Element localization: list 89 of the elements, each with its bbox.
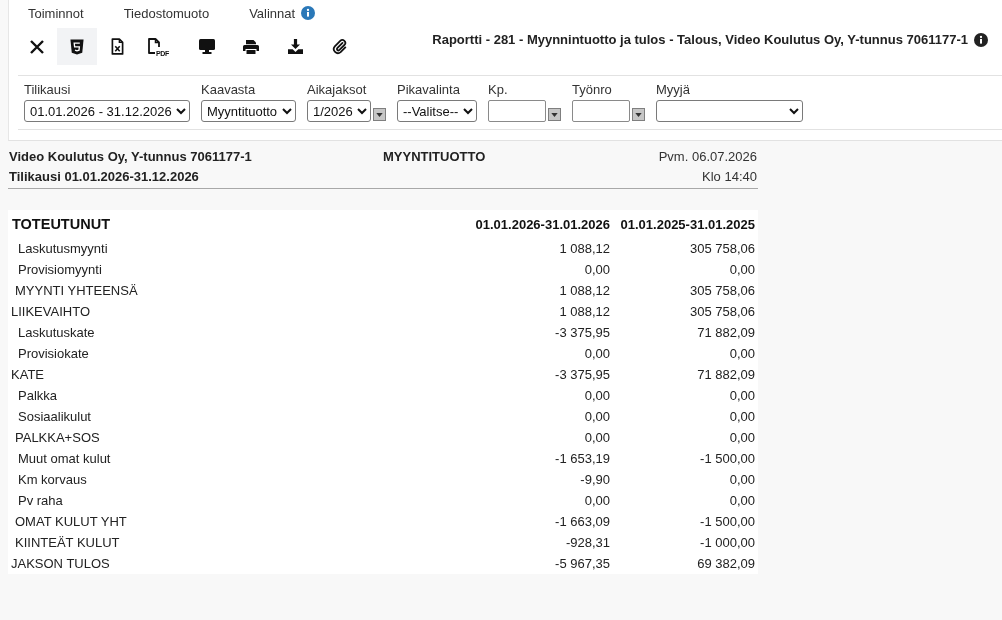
menu-item[interactable]: Valinnat: [249, 5, 296, 21]
column-header: 01.01.2026-31.01.2026: [474, 216, 611, 232]
caret-icon: [376, 112, 383, 117]
info-icon: [974, 32, 988, 47]
table-cell-text: 0,00: [583, 388, 611, 403]
report-time: Klo 14:40: [701, 168, 757, 186]
field-label: Aikajaksot: [307, 82, 367, 98]
row-label: OMAT KULUT YHT: [14, 514, 128, 529]
table-cell-text: -3 375,95: [554, 325, 611, 340]
table-cell-text: -1 500,00: [699, 514, 756, 529]
row-label: KATE: [10, 367, 45, 382]
dropdown[interactable]: 01.01.2026 - 31.12.2026: [24, 100, 190, 122]
picker-button[interactable]: [548, 108, 561, 121]
field-label: Myyjä: [656, 82, 690, 98]
table-cell-text: 0,00: [583, 262, 611, 277]
row-label: Km korvaus: [17, 472, 88, 487]
table-cell-text: -1 653,19: [554, 451, 611, 466]
dropdown[interactable]: --Valitse--: [397, 100, 477, 122]
table-cell-text: -9,90: [579, 472, 611, 487]
download-icon: [287, 39, 303, 54]
table-cell-text: -3 375,95: [554, 367, 611, 382]
table-cell-text: 0,00: [728, 346, 756, 361]
table-cell-text: -1 500,00: [699, 451, 756, 466]
report-title: Raportti - 281 - Myynnintuotto ja tulos - Talous, Video Koulutus Oy, Y-tunnus 7061177-1: [432, 32, 968, 47]
text-input[interactable]: [572, 100, 630, 122]
row-label: Muut omat kulut: [17, 451, 112, 466]
row-label: LIIKEVAIHTO: [10, 304, 91, 319]
table-cell-text: 0,00: [728, 262, 756, 277]
row-label: Pv raha: [17, 493, 64, 508]
menu-item[interactable]: Toiminnot: [28, 5, 84, 21]
table-cell-text: 0,00: [583, 346, 611, 361]
table-cell-text: 305 758,06: [688, 304, 756, 319]
table-cell-text: 1 088,12: [558, 241, 611, 256]
table-cell-text: 69 382,09: [696, 556, 756, 571]
table-cell-text: -5 967,35: [554, 556, 611, 571]
table-cell-text: -928,31: [564, 535, 611, 550]
fiscal-period: Tilikausi 01.01.2026-31.12.2026: [9, 168, 200, 186]
report-heading: MYYNTITUOTTO: [383, 148, 487, 166]
file-x-icon: [110, 38, 124, 55]
row-label: Sosiaalikulut: [17, 409, 92, 424]
table-cell-text: 71 882,09: [696, 325, 756, 340]
table-cell-text: 0,00: [583, 409, 611, 424]
monitor-icon: [199, 39, 215, 54]
field-label: Tilikausi: [24, 82, 71, 98]
text-input[interactable]: [488, 100, 546, 122]
row-label: Palkka: [17, 388, 59, 403]
table-cell-text: 0,00: [728, 388, 756, 403]
html-button[interactable]: [57, 28, 97, 65]
paperclip-icon: [331, 38, 347, 55]
table-cell-text: 1 088,12: [558, 283, 611, 298]
row-label: KIINTEÄT KULUT: [14, 535, 121, 550]
table-cell-text: -1 663,09: [554, 514, 611, 529]
table-cell-text: 0,00: [728, 493, 756, 508]
printer-icon: [243, 39, 259, 54]
row-label: PALKKA+SOS: [14, 430, 101, 445]
menu-item[interactable]: Tiedostomuoto: [123, 5, 210, 21]
close-icon: [30, 39, 44, 54]
table-cell-text: 0,00: [728, 472, 756, 487]
column-header: TOTEUTUNUT: [11, 216, 111, 232]
table-cell-text: 71 882,09: [696, 367, 756, 382]
field-label: Työnro: [572, 82, 612, 98]
caret-icon: [551, 112, 558, 117]
table-cell-text: -1 000,00: [699, 535, 756, 550]
table-cell-text: 0,00: [728, 430, 756, 445]
picker-button[interactable]: [632, 108, 645, 121]
table-cell-text: 0,00: [583, 430, 611, 445]
field-label: Pikavalinta: [397, 82, 460, 98]
row-label: Laskutusmyynti: [17, 241, 109, 256]
field-label: Kaavasta: [201, 82, 256, 98]
dropdown[interactable]: 1/2026: [307, 100, 371, 122]
table-cell-text: 0,00: [583, 493, 611, 508]
column-header: 01.01.2025-31.01.2025: [619, 216, 756, 232]
row-label: Laskutuskate: [17, 325, 96, 340]
table-cell-text: 305 758,06: [688, 241, 756, 256]
table-cell-text: 0,00: [728, 409, 756, 424]
row-label: JAKSON TULOS: [10, 556, 111, 571]
picker-button[interactable]: [373, 108, 386, 121]
row-label: Provisiomyynti: [17, 262, 103, 277]
report-date: Pvm. 06.07.2026: [658, 148, 757, 166]
row-label: Provisiokate: [17, 346, 90, 361]
row-label: MYYNTI YHTEENSÄ: [14, 283, 139, 298]
dropdown[interactable]: [656, 100, 803, 122]
field-label: Kp.: [488, 82, 508, 98]
company-name: Video Koulutus Oy, Y-tunnus 7061177-1: [9, 148, 253, 166]
shield-icon: [70, 38, 84, 55]
table-cell-text: 305 758,06: [688, 283, 756, 298]
caret-icon: [635, 112, 642, 117]
dropdown[interactable]: Myyntituotto: [201, 100, 296, 122]
table-cell-text: 1 088,12: [558, 304, 611, 319]
